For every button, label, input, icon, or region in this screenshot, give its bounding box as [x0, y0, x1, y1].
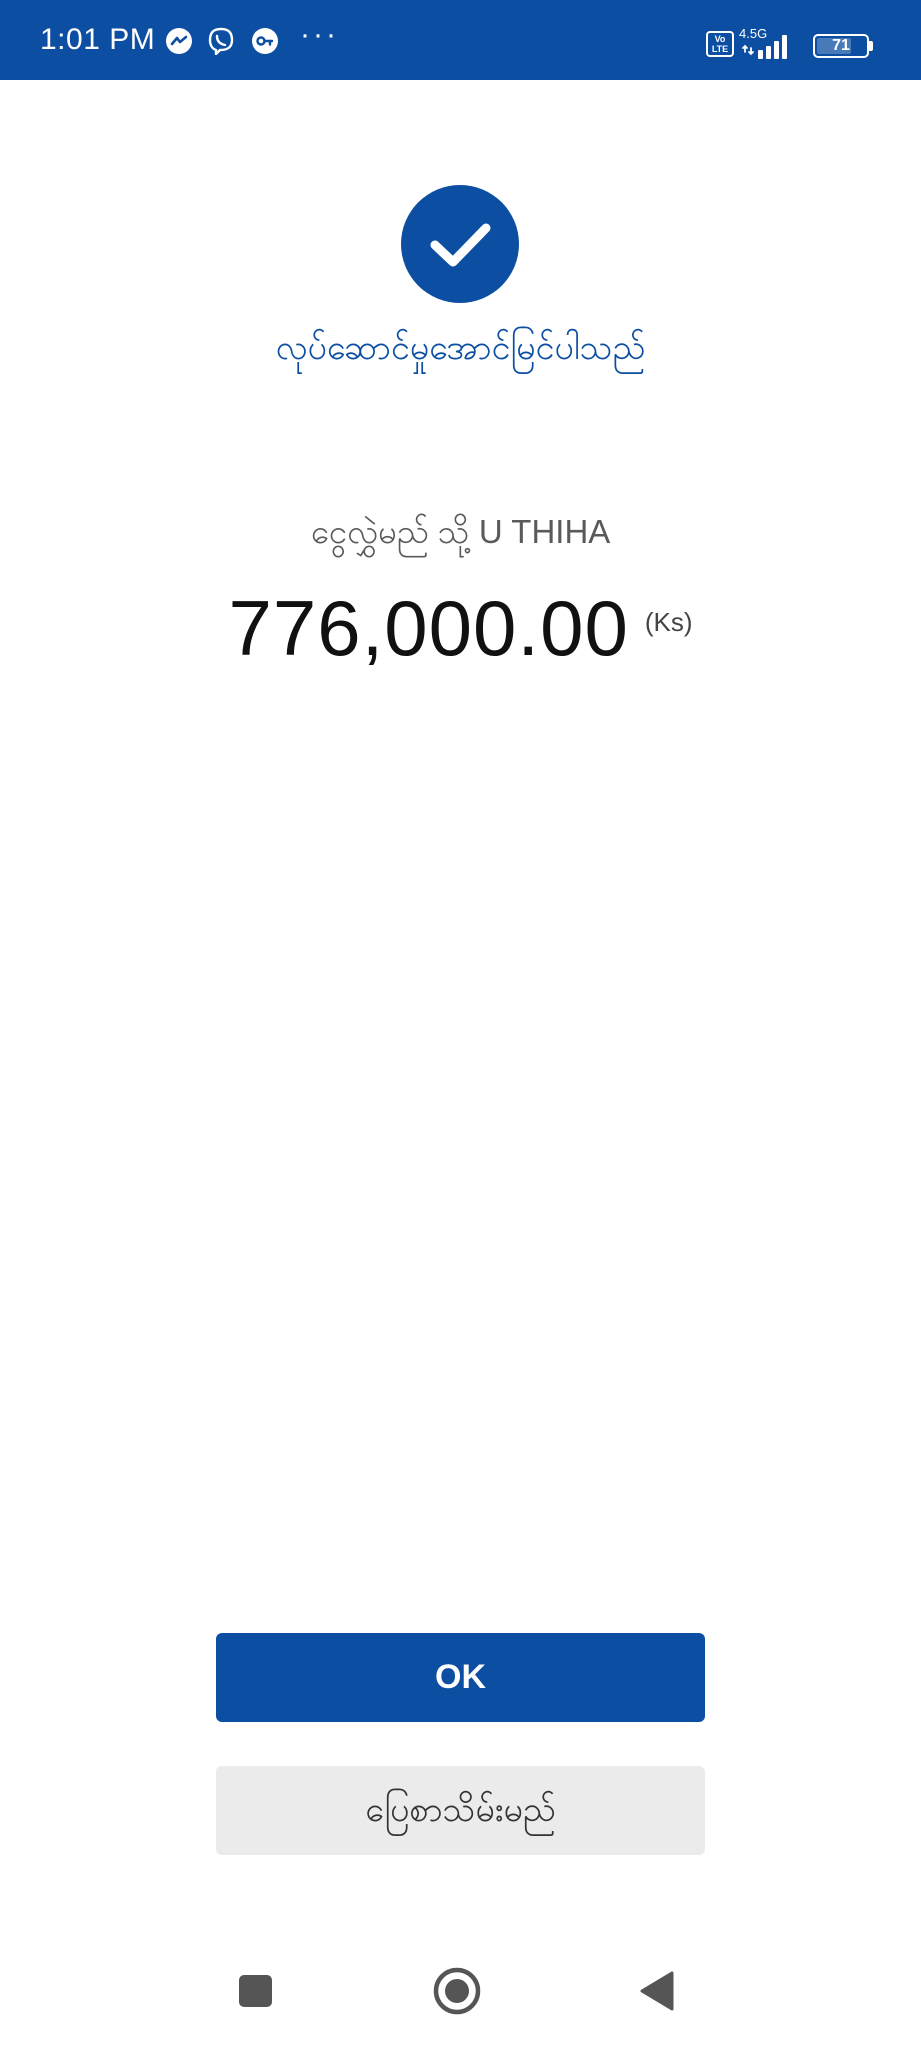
battery-level: 71	[832, 37, 850, 54]
status-time: 1:01 PM	[40, 23, 156, 56]
messenger-icon	[165, 27, 193, 55]
battery-icon: 71	[813, 34, 869, 58]
save-receipt-button[interactable]: ပြေစာသိမ်းမည်	[216, 1766, 705, 1855]
ok-button[interactable]: OK	[216, 1633, 705, 1722]
amount-currency: (Ks)	[644, 607, 693, 637]
amount-value: 776,000.00	[228, 584, 629, 672]
home-icon[interactable]	[407, 1940, 507, 2040]
recipient-line: ငွေလွှဲမည် သို့ U THIHA	[310, 513, 611, 550]
volte-icon: Vo LTE	[706, 31, 734, 57]
back-icon[interactable]	[608, 1940, 708, 2040]
viber-icon	[207, 27, 235, 55]
amount-row: 776,000.00 (Ks)	[0, 580, 921, 676]
signal-icon	[742, 30, 802, 60]
battery-tip	[869, 41, 873, 51]
more-notifications-icon: ···	[300, 18, 339, 51]
vpn-key-icon	[251, 27, 279, 55]
success-check-icon	[401, 185, 519, 303]
status-bar: 1:01 PM ··· Vo LTE 4.5G 71	[0, 0, 921, 80]
success-title: လုပ်ဆောင်မှုအောင်မြင်ပါသည်	[275, 329, 646, 367]
navigation-bar	[0, 1940, 921, 2048]
recents-icon[interactable]	[206, 1940, 306, 2040]
